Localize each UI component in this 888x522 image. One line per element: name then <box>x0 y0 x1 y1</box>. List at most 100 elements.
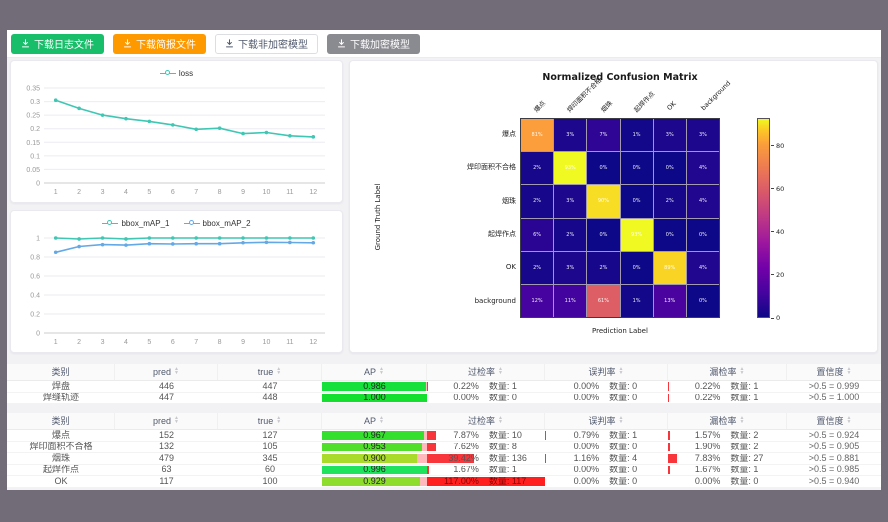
svg-text:6: 6 <box>171 189 175 196</box>
header-pred[interactable]: pred▲▼ <box>115 413 218 429</box>
svg-text:0.05: 0.05 <box>26 167 40 174</box>
header-label: true <box>258 367 274 378</box>
svg-text:11: 11 <box>286 339 293 346</box>
sort-icon[interactable]: ▲▼ <box>740 368 745 375</box>
header-label: 过检率 <box>468 416 495 427</box>
sort-icon[interactable]: ▲▼ <box>276 417 281 424</box>
download-encrypted-model-label: 下载加密模型 <box>350 36 410 51</box>
svg-text:12: 12 <box>309 189 317 196</box>
cm-cell-5-1: 11% <box>554 285 586 317</box>
cm-cell-2-4: 2% <box>654 185 686 217</box>
download-report-button[interactable]: 下载简报文件 <box>113 34 206 54</box>
table-row: 起焊作点63600.9961.67%数量: 10.00%数量: 01.67%数量… <box>7 465 881 477</box>
cell-miss-rate: 0.22%数量: 1 <box>668 394 787 403</box>
rate-pct: 7.62% <box>427 443 479 452</box>
header-误判率[interactable]: 误判率▲▼ <box>545 413 668 429</box>
confusion-matrix-ylabel: Ground Truth Label <box>374 167 382 267</box>
cm-cell-3-3: 93% <box>621 219 653 251</box>
cell-misjudge-rate: 0.00%数量: 0 <box>545 477 668 486</box>
rate-text: 7.87%数量: 10 <box>427 431 545 440</box>
download-icon <box>21 39 30 48</box>
cell-pred: 479 <box>115 453 218 464</box>
download-encrypted-model-button[interactable]: 下载加密模型 <box>327 34 420 54</box>
sort-icon[interactable]: ▲▼ <box>619 417 624 424</box>
table-row: 烟珠4793450.90039.42%数量: 1361.16%数量: 47.83… <box>7 453 881 465</box>
header-pred[interactable]: pred▲▼ <box>115 364 218 380</box>
download-log-button[interactable]: 下载日志文件 <box>11 34 104 54</box>
header-过检率[interactable]: 过检率▲▼ <box>427 364 545 380</box>
download-report-label: 下载简报文件 <box>136 36 196 51</box>
sort-icon[interactable]: ▲▼ <box>498 417 503 424</box>
rate-count: 数量: 2 <box>720 443 787 452</box>
rate-pct: 39.42% <box>427 454 479 463</box>
header-置信度[interactable]: 置信度▲▼ <box>787 413 881 429</box>
sort-icon[interactable]: ▲▼ <box>498 368 503 375</box>
table-header-row: 类别pred▲▼true▲▼AP▲▼过检率▲▼误判率▲▼漏检率▲▼置信度▲▼ <box>7 364 881 381</box>
sort-icon[interactable]: ▲▼ <box>740 417 745 424</box>
header-误判率[interactable]: 误判率▲▼ <box>545 364 668 380</box>
cell-true: 100 <box>218 476 322 487</box>
sort-icon[interactable]: ▲▼ <box>619 368 624 375</box>
confusion-matrix-grid: 81%3%7%1%3%3%2%93%0%0%0%4%2%3%90%0%2%4%6… <box>520 118 720 318</box>
sort-icon[interactable]: ▲▼ <box>174 417 179 424</box>
header-漏检率[interactable]: 漏检率▲▼ <box>668 364 787 380</box>
cm-cell-2-1: 3% <box>554 185 586 217</box>
cm-cell-4-0: 2% <box>521 252 553 284</box>
cm-cell-0-3: 1% <box>621 119 653 151</box>
svg-text:10: 10 <box>263 189 271 196</box>
header-label: 置信度 <box>817 416 844 427</box>
cell-ap: 0.929 <box>322 477 427 486</box>
sort-icon[interactable]: ▲▼ <box>379 368 384 375</box>
rate-count: 数量: 1 <box>720 466 787 475</box>
svg-text:1: 1 <box>54 339 58 346</box>
rate-text: 117.00%数量: 117 <box>427 477 545 486</box>
sort-icon[interactable]: ▲▼ <box>174 368 179 375</box>
cell-confidence: >0.5 = 1.000 <box>787 393 881 404</box>
sort-icon[interactable]: ▲▼ <box>847 368 852 375</box>
rate-count: 数量: 2 <box>720 431 787 440</box>
header-AP[interactable]: AP▲▼ <box>322 364 427 380</box>
cell-pred: 446 <box>115 381 218 392</box>
header-true[interactable]: true▲▼ <box>218 413 322 429</box>
cell-true: 448 <box>218 393 322 404</box>
rate-pct: 1.67% <box>427 466 479 475</box>
svg-text:2: 2 <box>77 339 81 346</box>
header-过检率[interactable]: 过检率▲▼ <box>427 413 545 429</box>
legend-item-bbox_mAP_1[interactable]: bbox_mAP_1 <box>102 219 169 228</box>
header-true[interactable]: true▲▼ <box>218 364 322 380</box>
cell-ap: 0.900 <box>322 454 427 463</box>
cm-cell-2-5: 4% <box>687 185 719 217</box>
legend-item-loss[interactable]: loss <box>160 69 193 78</box>
sort-icon[interactable]: ▲▼ <box>847 417 852 424</box>
rate-pct: 0.00% <box>427 394 479 403</box>
sort-icon[interactable]: ▲▼ <box>379 417 384 424</box>
rate-count: 数量: 0 <box>599 382 668 391</box>
rate-pct: 1.57% <box>668 431 720 440</box>
rate-pct: 117.00% <box>427 477 479 486</box>
header-置信度[interactable]: 置信度▲▼ <box>787 364 881 380</box>
header-label: 置信度 <box>817 367 844 378</box>
svg-text:5: 5 <box>147 339 151 346</box>
rate-count: 数量: 0 <box>599 443 668 452</box>
rate-text: 0.79%数量: 1 <box>545 431 668 440</box>
cell-overcheck-rate: 0.22%数量: 1 <box>427 382 545 391</box>
download-log-label: 下载日志文件 <box>34 36 94 51</box>
header-AP[interactable]: AP▲▼ <box>322 413 427 429</box>
cm-cell-0-2: 7% <box>587 119 619 151</box>
cell-miss-rate: 1.57%数量: 2 <box>668 431 787 440</box>
header-label: AP <box>364 416 376 427</box>
cm-col-label: OK <box>666 100 678 112</box>
cell-misjudge-rate: 0.00%数量: 0 <box>545 394 668 403</box>
legend-item-bbox_mAP_2[interactable]: bbox_mAP_2 <box>184 219 251 228</box>
sort-icon[interactable]: ▲▼ <box>276 368 281 375</box>
cell-ap: 1.000 <box>322 394 427 403</box>
svg-text:6: 6 <box>171 339 175 346</box>
loss-chart-legend: loss <box>16 65 337 81</box>
confusion-matrix-xlabel: Prediction Label <box>520 327 720 335</box>
left-column: loss 00.050.10.150.20.250.30.35123456789… <box>10 60 343 353</box>
rate-pct: 1.90% <box>668 443 720 452</box>
header-漏检率[interactable]: 漏检率▲▼ <box>668 413 787 429</box>
download-plain-model-button[interactable]: 下载非加密模型 <box>215 34 318 54</box>
bbox_map-chart-svg: 00.20.40.60.81123456789101112 <box>16 231 335 349</box>
cell-ap: 0.953 <box>322 443 427 452</box>
